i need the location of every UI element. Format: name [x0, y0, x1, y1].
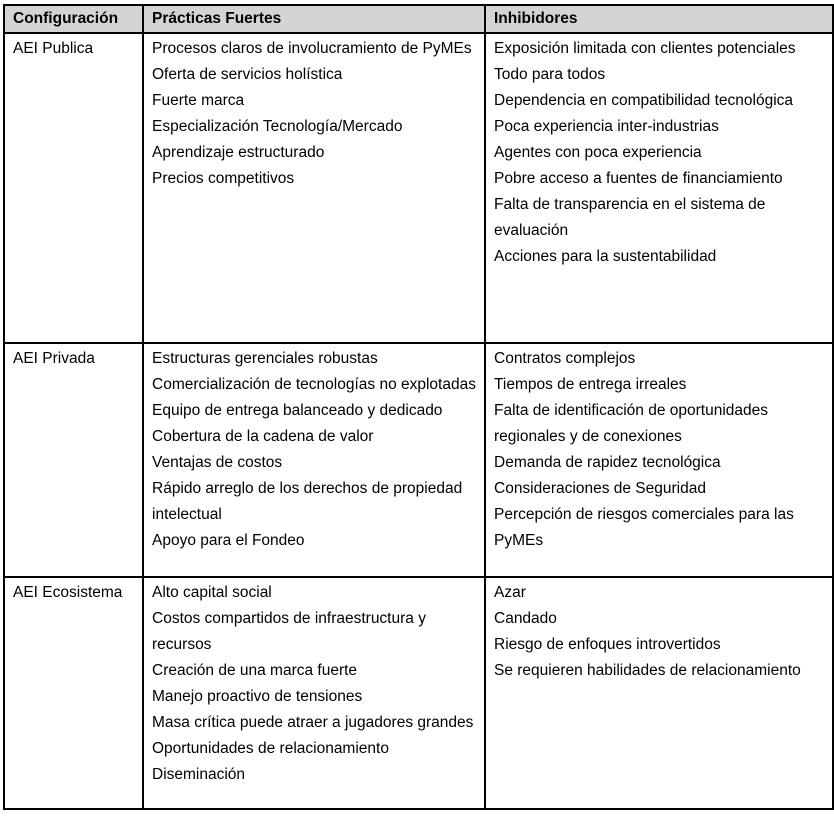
config-cell: AEI Ecosistema — [3, 576, 144, 810]
list-item: Consideraciones de Seguridad — [494, 480, 706, 497]
table-row: AEI Ecosistema Alto capital social Costo… — [3, 576, 834, 810]
practicas-list: Estructuras gerenciales robustas Comerci… — [152, 346, 476, 554]
practicas-list: Procesos claros de involucramiento de Py… — [152, 36, 476, 192]
list-item: Azar — [494, 584, 526, 601]
list-item: Rápido arreglo de los derechos de propie… — [152, 480, 463, 523]
list-item: Se requieren habilidades de relacionamie… — [494, 662, 801, 679]
list-item: Todo para todos — [494, 66, 606, 83]
list-item: Diseminación — [152, 766, 246, 783]
list-item: Creación de una marca fuerte — [152, 662, 358, 679]
list-item: Pobre acceso a fuentes de financiamiento — [494, 170, 783, 187]
list-item: Especialización Tecnología/Mercado — [152, 118, 403, 135]
inhibidores-cell: Contratos complejos Tiempos de entrega i… — [484, 342, 834, 578]
list-item: Precios competitivos — [152, 170, 295, 187]
list-item: Agentes con poca experiencia — [494, 144, 702, 161]
practicas-cell: Estructuras gerenciales robustas Comerci… — [142, 342, 486, 578]
list-item: Cobertura de la cadena de valor — [152, 428, 374, 445]
list-item: Acciones para la sustentabilidad — [494, 248, 717, 265]
list-item: Poca experiencia inter-industrias — [494, 118, 719, 135]
list-item: Apoyo para el Fondeo — [152, 532, 305, 549]
list-item: Falta de identificación de oportunidades… — [494, 402, 769, 445]
header-inhibidores: Inhibidores — [484, 4, 834, 34]
inhibidores-cell: Exposición limitada con clientes potenci… — [484, 32, 834, 344]
header-row: Configuración Prácticas Fuertes Inhibido… — [3, 4, 834, 34]
list-item: Ventajas de costos — [152, 454, 283, 471]
list-item: Demanda de rapidez tecnológica — [494, 454, 721, 471]
list-item: Costos compartidos de infraestructura y … — [152, 610, 426, 653]
inhibidores-list: Contratos complejos Tiempos de entrega i… — [494, 346, 824, 554]
list-item: Tiempos de entrega irreales — [494, 376, 687, 393]
table-row: AEI Privada Estructuras gerenciales robu… — [3, 342, 834, 578]
list-item: Percepción de riesgos comerciales para l… — [494, 506, 794, 549]
header-practicas-fuertes: Prácticas Fuertes — [142, 4, 486, 34]
inhibidores-list: Exposición limitada con clientes potenci… — [494, 36, 824, 270]
practicas-cell: Procesos claros de involucramiento de Py… — [142, 32, 486, 344]
inhibidores-list: Azar Candado Riesgo de enfoques introver… — [494, 580, 824, 684]
list-item: Estructuras gerenciales robustas — [152, 350, 378, 367]
header-configuracion: Configuración — [3, 4, 144, 34]
list-item: Exposición limitada con clientes potenci… — [494, 40, 796, 57]
practicas-cell: Alto capital social Costos compartidos d… — [142, 576, 486, 810]
comparison-table: Configuración Prácticas Fuertes Inhibido… — [3, 4, 834, 810]
list-item: Manejo proactivo de tensiones — [152, 688, 363, 705]
list-item: Falta de transparencia en el sistema de … — [494, 196, 766, 239]
config-cell: AEI Publica — [3, 32, 144, 344]
practicas-list: Alto capital social Costos compartidos d… — [152, 580, 476, 788]
list-item: Oferta de servicios holística — [152, 66, 343, 83]
table-row: AEI Publica Procesos claros de involucra… — [3, 32, 834, 344]
list-item: Fuerte marca — [152, 92, 245, 109]
list-item: Contratos complejos — [494, 350, 636, 367]
list-item: Aprendizaje estructurado — [152, 144, 325, 161]
list-item: Masa crítica puede atraer a jugadores gr… — [152, 714, 474, 731]
list-item: Riesgo de enfoques introvertidos — [494, 636, 721, 653]
list-item: Dependencia en compatibilidad tecnológic… — [494, 92, 794, 109]
list-item: Alto capital social — [152, 584, 272, 601]
inhibidores-cell: Azar Candado Riesgo de enfoques introver… — [484, 576, 834, 810]
list-item: Procesos claros de involucramiento de Py… — [152, 40, 472, 57]
list-item: Comercialización de tecnologías no explo… — [152, 376, 476, 393]
list-item: Candado — [494, 610, 557, 627]
list-item: Oportunidades de relacionamiento — [152, 740, 389, 757]
list-item: Equipo de entrega balanceado y dedicado — [152, 402, 443, 419]
config-cell: AEI Privada — [3, 342, 144, 578]
